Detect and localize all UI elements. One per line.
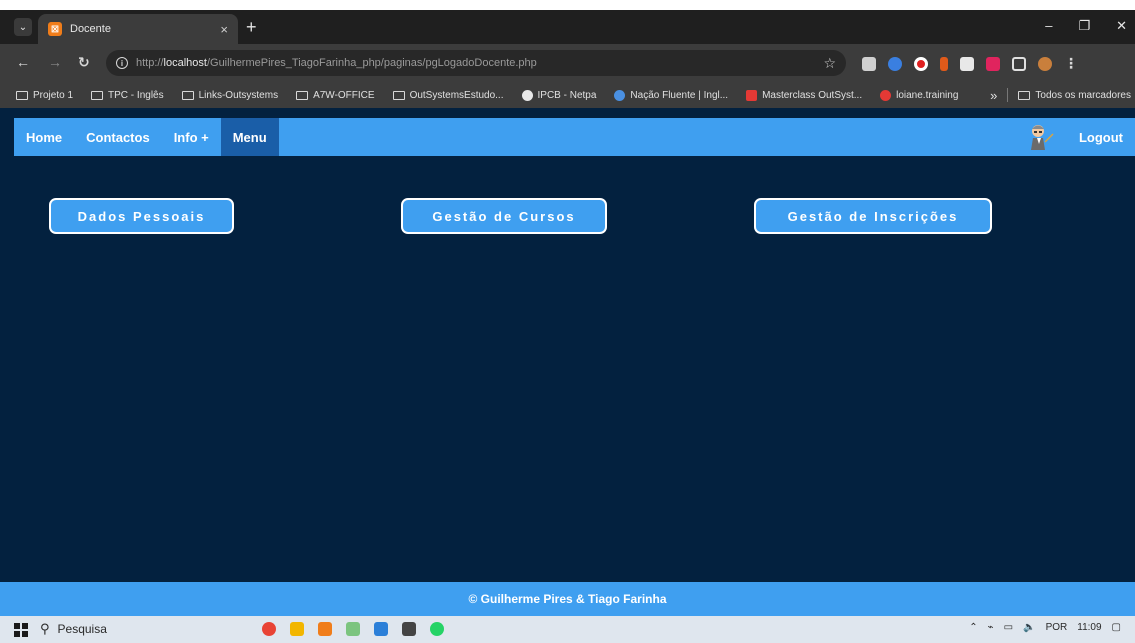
page-footer: © Guilherme Pires & Tiago Farinha [0,582,1135,616]
url-text[interactable]: http://localhost/GuilhermePires_TiagoFar… [136,57,823,69]
xampp-favicon-icon: ⊠ [48,22,62,36]
gestao-cursos-button[interactable]: Gestão de Cursos [401,198,607,234]
bookmark-item[interactable]: Links-Outsystems [181,90,278,101]
nav-info[interactable]: Info + [162,118,221,156]
bookmark-item[interactable]: A7W-OFFICE [296,90,375,101]
volume-icon[interactable]: 🔈 [1023,622,1035,633]
profile-avatar-icon[interactable] [1038,56,1052,71]
folder-icon [91,90,104,100]
notifications-icon[interactable]: ▢ [1112,622,1121,633]
windows-start-icon[interactable] [14,623,28,637]
search-placeholder: Pesquisa [57,622,107,636]
bookmarks-right: » Todos os marcadores [990,82,1131,108]
page-content: Home Contactos Info + Menu Logout Dados … [0,108,1135,616]
extensions-row: ⋮ [862,55,1078,72]
extension-grey-icon[interactable] [960,56,974,71]
site-navbar: Home Contactos Info + Menu Logout [14,118,1135,156]
folder-icon [1018,90,1031,100]
site-info-icon[interactable]: i [116,57,128,69]
browser-menu-icon[interactable]: ⋮ [1064,55,1078,72]
xampp-icon[interactable] [318,622,332,636]
extensions-puzzle-icon[interactable] [1012,56,1026,71]
bookmark-item[interactable]: TPC - Inglês [91,90,164,101]
restore-icon[interactable]: ❐ [1078,18,1090,34]
app-green-icon[interactable] [346,622,360,636]
folder-icon [392,90,405,100]
terminal-icon[interactable] [402,622,416,636]
forward-icon[interactable]: → [48,54,62,70]
close-window-icon[interactable]: ✕ [1116,18,1127,34]
windows-taskbar: ⚲ Pesquisa ⌃ ⌁ ▭ 🔈 POR 11:09 ▢ [0,616,1135,643]
taskbar-search[interactable]: ⚲ Pesquisa [40,621,107,637]
bookmark-item[interactable]: Masterclass OutSyst... [746,89,862,101]
window-controls: – ❐ ✕ [1045,18,1127,34]
bookmark-item[interactable]: Nação Fluente | Ingl... [614,89,728,101]
site-icon [746,89,758,101]
taskbar-apps [262,622,444,636]
globe-icon [521,89,533,101]
back-icon[interactable]: ← [16,54,30,70]
gestao-inscricoes-button[interactable]: Gestão de Inscrições [754,198,992,234]
tab-title: Docente [70,23,111,35]
extension-blue-icon[interactable] [888,56,902,71]
browser-tab-bar: ⌄ ⊠ Docente × + – ❐ ✕ [0,10,1135,44]
reload-icon[interactable]: ↻ [78,54,90,71]
bookmarks-overflow-icon[interactable]: » [990,88,997,103]
site-icon [880,89,892,101]
file-explorer-icon[interactable] [290,622,304,636]
bookmark-item[interactable]: OutSystemsEstudo... [392,90,504,101]
folder-icon [296,90,309,100]
tab-close-icon[interactable]: × [220,22,228,37]
nav-menu[interactable]: Menu [220,118,279,156]
logout-link[interactable]: Logout [1067,118,1135,156]
address-bar: ← → ↻ i http://localhost/GuilhermePires_… [0,44,1135,82]
all-bookmarks-link[interactable]: Todos os marcadores [1035,90,1131,101]
bookmark-item[interactable]: loiane.training [880,89,958,101]
teacher-avatar-icon [1031,125,1054,150]
extension-orange-icon[interactable] [940,56,948,71]
battery-icon[interactable]: ▭ [1004,622,1013,633]
nav-contactos[interactable]: Contactos [74,118,162,156]
opera-icon[interactable] [914,56,928,71]
whatsapp-icon[interactable] [430,622,444,636]
top-strip [0,0,1135,10]
network-icon[interactable]: ⌁ [988,622,994,633]
chrome-icon[interactable] [262,622,276,636]
bookmark-item[interactable]: Projeto 1 [16,90,73,101]
vscode-icon[interactable] [374,622,388,636]
clock[interactable]: 11:09 [1077,622,1101,633]
folder-icon [16,90,28,100]
folder-icon [181,90,194,100]
dados-pessoais-button[interactable]: Dados Pessoais [49,198,234,234]
bookmark-star-icon[interactable]: ☆ [823,55,836,72]
search-icon: ⚲ [40,621,50,636]
bookmark-item[interactable]: IPCB - Netpa [521,89,596,101]
new-tab-icon[interactable]: + [246,18,257,36]
minimize-icon[interactable]: – [1045,18,1052,34]
nav-home[interactable]: Home [14,118,74,156]
system-tray: ⌃ ⌁ ▭ 🔈 POR 11:09 ▢ [969,622,1121,633]
browser-tab[interactable]: ⊠ Docente × [38,14,238,44]
tab-search-icon[interactable]: ⌄ [14,18,32,36]
divider [1007,88,1009,102]
reader-icon[interactable] [862,56,876,71]
bookmarks-bar: Projeto 1 TPC - Inglês Links-Outsystems … [0,82,1135,108]
language-indicator[interactable]: POR [1046,622,1068,633]
omnibox[interactable]: i http://localhost/GuilhermePires_TiagoF… [106,50,846,76]
site-icon [614,89,626,101]
extension-red-icon[interactable] [986,56,1000,71]
chevron-up-icon[interactable]: ⌃ [969,622,977,633]
